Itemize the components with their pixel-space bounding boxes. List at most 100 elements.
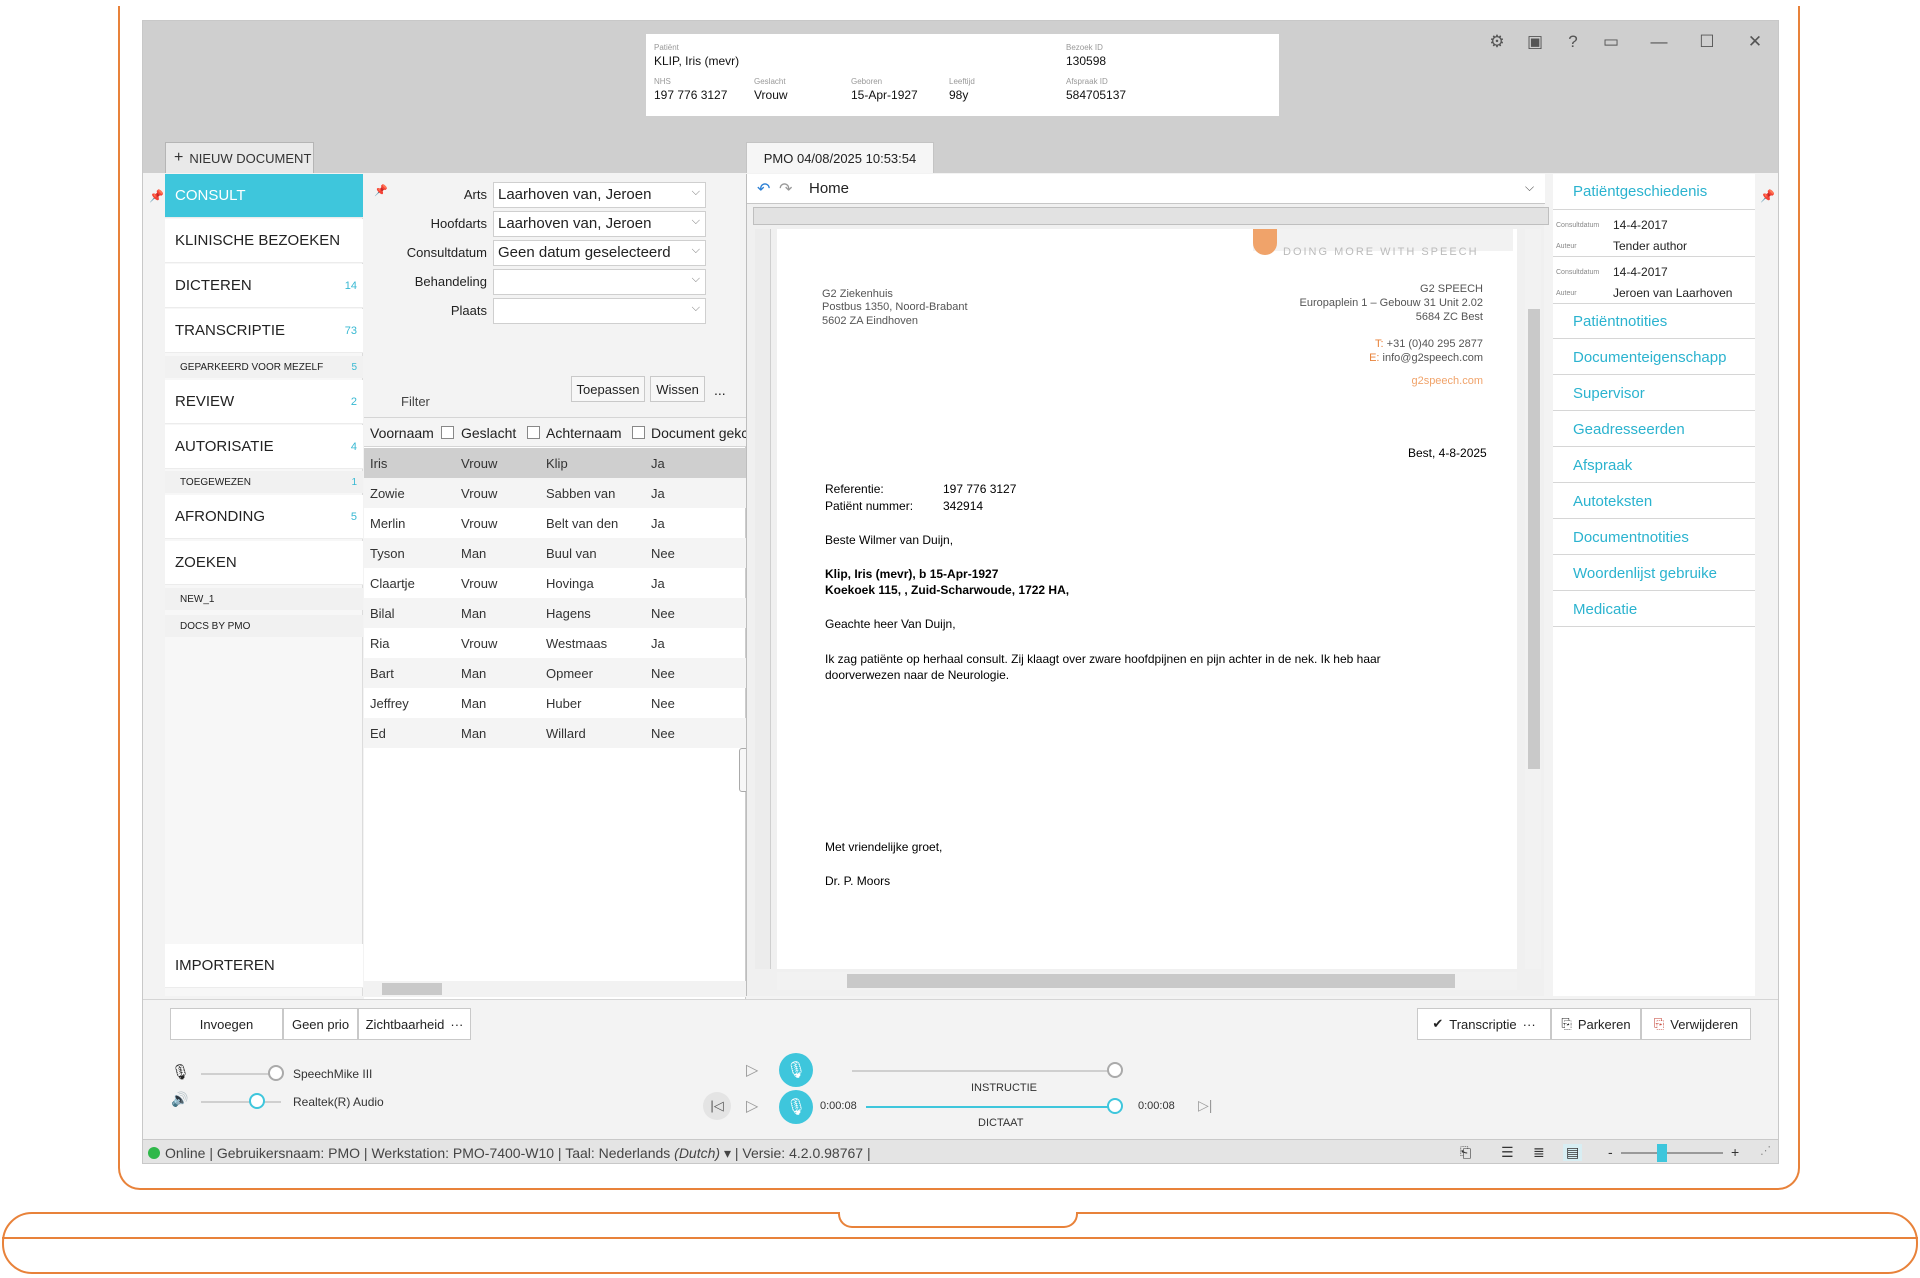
visibility-button[interactable]: Zichtbaarheid ··· [358,1008,471,1040]
view-lines-icon[interactable]: ≣ [1533,1144,1545,1161]
nav-sub-new1[interactable]: NEW_1 [165,588,363,610]
skip-forward-icon[interactable]: ▷| [1198,1097,1212,1114]
zoom-out-icon[interactable]: - [1608,1144,1613,1160]
grid-scroll-thumb[interactable] [382,983,442,995]
priority-button[interactable]: Geen prio [283,1008,358,1040]
nav-item-afronding[interactable]: AFRONDING 5 [165,495,363,539]
table-row[interactable]: Ria Vrouw Westmaas Ja [364,628,746,658]
nav-sub-toegewezen[interactable]: TOEGEWEZEN 1 [165,471,363,493]
column-filter-checkbox[interactable] [441,426,454,439]
new-document-tab[interactable]: + NIEUW DOCUMENT [165,142,314,173]
document-horizontal-scrollbar[interactable] [777,972,1517,990]
nav-item-dicteren[interactable]: DICTEREN 14 [165,264,363,308]
speaker-volume-knob[interactable] [249,1093,265,1109]
column-header-voornaam[interactable]: Voornaam [370,425,434,441]
instructie-track[interactable] [852,1070,1115,1072]
grid-horizontal-scrollbar[interactable] [364,981,746,997]
history-entry[interactable]: Consultdatum 14-4-2017 Auteur Jeroen van… [1553,258,1755,304]
instructie-knob[interactable] [1107,1062,1123,1078]
undo-icon[interactable]: ↶ [757,179,770,199]
right-panel-link[interactable]: Supervisor [1553,377,1755,411]
nav-item-transcriptie[interactable]: TRANSCRIPTIE 73 [165,309,363,353]
tab-document[interactable]: PMO 04/08/2025 10:53:54 [746,142,934,173]
table-row[interactable]: Bilal Man Hagens Nee [364,598,746,628]
arts-select[interactable]: Laarhoven van, Jeroen ⌵ [493,182,706,208]
record-instructie-button[interactable]: 🎙 [779,1053,813,1087]
column-header-document[interactable]: Document gekc [651,425,746,441]
delete-button[interactable]: ⎘ Verwijderen [1641,1008,1751,1040]
zoom-in-icon[interactable]: + [1731,1144,1739,1160]
table-row[interactable]: Iris Vrouw Klip Ja [364,448,746,478]
column-filter-checkbox[interactable] [632,426,645,439]
help-icon[interactable]: ? [1558,28,1588,56]
view-list-icon[interactable]: ☰ [1501,1144,1514,1161]
document-hscroll-thumb[interactable] [847,974,1455,988]
new-document-icon[interactable]: ⎗ [1460,1144,1471,1161]
table-row[interactable]: Claartje Vrouw Hovinga Ja [364,568,746,598]
minimize-icon[interactable]: — [1644,28,1674,56]
nav-item-importeren[interactable]: IMPORTEREN [165,944,363,988]
document-vertical-scrollbar[interactable] [1525,229,1541,969]
nav-item-consult[interactable]: CONSULT [165,174,363,218]
transcriptie-button[interactable]: ✔ Transcriptie ··· [1417,1008,1551,1040]
document-vscroll-thumb[interactable] [1528,309,1540,769]
column-filter-checkbox[interactable] [527,426,540,439]
right-panel-link[interactable]: Documenteigenschapp [1553,341,1755,375]
maximize-icon[interactable]: ☐ [1692,28,1722,56]
table-row[interactable]: Jeffrey Man Huber Nee [364,688,746,718]
layout-icon[interactable]: ▣ [1520,28,1550,56]
pin-icon[interactable]: 📌 [149,189,164,203]
column-header-geslacht[interactable]: Geslacht [461,425,516,441]
document-page[interactable]: DOING MORE WITH SPEECH G2 Ziekenhuis Pos… [777,229,1517,969]
right-panel-link[interactable]: Woordenlijst gebruike [1553,557,1755,591]
clear-button[interactable]: Wissen [650,376,705,402]
nav-item-zoeken[interactable]: ZOEKEN [165,541,363,585]
invoegen-button[interactable]: Invoegen [170,1008,283,1040]
column-header-achternaam[interactable]: Achternaam [546,425,621,441]
hoofdarts-select[interactable]: Laarhoven van, Jeroen ⌵ [493,211,706,237]
language-native[interactable]: (Dutch) [674,1145,720,1161]
right-panel-link[interactable]: Afspraak [1553,449,1755,483]
table-row[interactable]: Ed Man Willard Nee [364,718,746,748]
close-icon[interactable]: ✕ [1740,28,1770,56]
table-row[interactable]: Bart Man Opmeer Nee [364,658,746,688]
consultdatum-select[interactable]: Geen datum geselecteerd ⌵ [493,240,706,266]
patient-history-link[interactable]: Patiëntgeschiedenis [1553,174,1755,210]
more-options-icon[interactable]: ... [714,382,726,398]
nav-sub-docs-by-pmo[interactable]: DOCS BY PMO [165,615,363,637]
zoom-slider-thumb[interactable] [1657,1144,1667,1162]
table-row[interactable]: Zowie Vrouw Sabben van Ja [364,478,746,508]
ribbon-chevron-down-icon[interactable]: ⌵ [1525,180,1534,195]
behandeling-select[interactable]: ⌵ [493,269,706,295]
plaats-select[interactable]: ⌵ [493,298,706,324]
right-panel-link[interactable]: Medicatie [1553,593,1755,627]
right-panel-link[interactable]: Autoteksten [1553,485,1755,519]
right-panel-link[interactable]: Geadresseerden [1553,413,1755,447]
resize-grip-icon[interactable]: ⋰ [1760,1144,1771,1157]
settings-gear-icon[interactable]: ⚙ [1482,28,1512,56]
dictaat-knob[interactable] [1107,1098,1123,1114]
park-button[interactable]: ⎘ Parkeren [1551,1008,1641,1040]
zoom-slider-track[interactable] [1621,1152,1723,1154]
language-dropdown-icon[interactable]: ▾ [724,1145,731,1161]
redo-icon[interactable]: ↷ [779,179,792,199]
ribbon-tab-home[interactable]: Home [809,180,849,197]
history-entry[interactable]: Consultdatum 14-4-2017 Auteur Tender aut… [1553,211,1755,257]
record-dictaat-button[interactable]: 🎙 [779,1090,813,1124]
view-outline-icon[interactable]: ▤ [1563,1144,1583,1161]
play-dictaat-icon[interactable]: ▷ [746,1096,758,1116]
play-instructie-icon[interactable]: ▷ [746,1060,758,1080]
right-panel-link[interactable]: Documentnotities [1553,521,1755,555]
right-panel-link[interactable]: Patiëntnotities [1553,305,1755,339]
skip-back-icon[interactable]: |◁ [703,1092,731,1120]
nav-item-autorisatie[interactable]: AUTORISATIE 4 [165,425,363,469]
apply-button[interactable]: Toepassen [571,376,645,402]
table-row[interactable]: Merlin Vrouw Belt van den Ja [364,508,746,538]
table-row[interactable]: Tyson Man Buul van Nee [364,538,746,568]
nav-item-review[interactable]: REVIEW 2 [165,380,363,424]
speaker-volume-track[interactable] [201,1101,281,1103]
chat-icon[interactable]: ▭ [1596,28,1626,56]
right-pin-icon[interactable]: 📌 [1760,189,1775,203]
nav-item-klinische-bezoeken[interactable]: KLINISCHE BEZOEKEN [165,219,363,263]
nav-sub-geparkeerd[interactable]: GEPARKEERD VOOR MEZELF 5 [165,356,363,378]
